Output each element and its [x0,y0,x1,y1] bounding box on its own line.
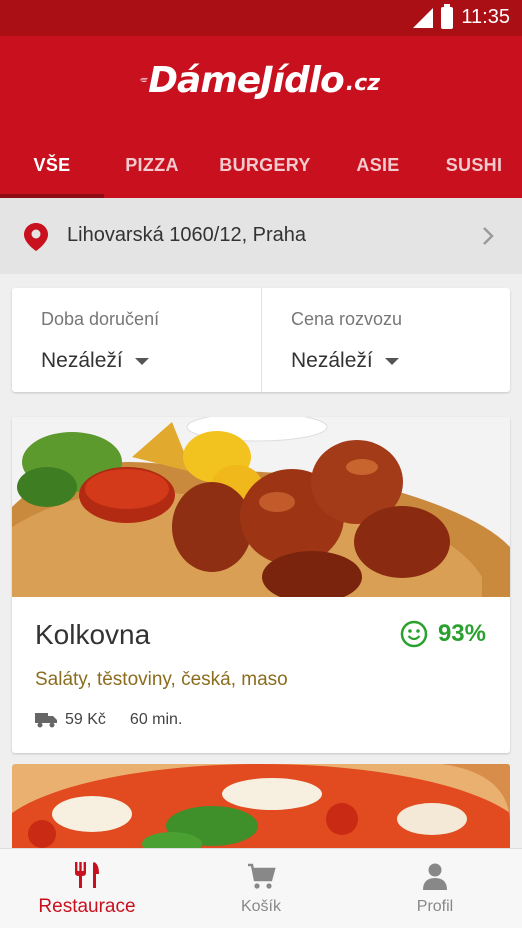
logo-word: DámeJídlo [148,59,345,101]
nav-kosik[interactable]: Košík [174,849,348,928]
nav-profil[interactable]: Profil [348,849,522,928]
speed-lines-icon [140,77,148,82]
clock: 11:35 [461,6,510,28]
cart-icon [248,863,276,889]
bottom-navigation: Restaurace Košík Profil [0,848,522,928]
restaurant-name: Kolkovna [35,619,151,650]
battery-icon [441,3,454,29]
delivery-price-label: Cena rozvozu [291,309,403,329]
delivery-price-filter[interactable]: Cena rozvozu Nezáleží [261,288,510,392]
tab-asie[interactable]: ASIE [330,132,426,198]
location-pin-icon [24,223,48,251]
restaurant-rating: 93% [400,620,486,648]
smiley-icon [400,620,428,648]
restaurant-card[interactable]: Kolkovna 93% Saláty, těstoviny, česká, m… [12,417,510,753]
nav-restaurace[interactable]: Restaurace [0,849,174,928]
rating-value: 93% [437,620,486,647]
filter-panel: Doba doručení Nezáleží Cena rozvozu Nezá… [12,288,510,392]
tab-vse[interactable]: VŠE [0,132,104,198]
delivery-time: 60 min. [129,711,183,728]
address-text: Lihovarská 1060/12, Praha [67,224,307,246]
category-tabs: VŠE PIZZA BURGERY ASIE SUSHI [0,132,522,198]
delivery-truck-icon [35,713,57,728]
tab-pizza[interactable]: PIZZA [104,132,200,198]
nav-label: Profil [416,898,454,915]
restaurant-cuisine: Saláty, těstoviny, česká, maso [35,669,288,690]
delivery-price-value: Nezáleží [291,349,373,372]
signal-icon [413,7,434,28]
app-header: DámeJídlo .cz VŠE PIZZA BURGERY ASIE SUS… [0,36,522,198]
delivery-time-value: Nezáleží [41,349,123,372]
dropdown-caret-icon [134,357,149,365]
chevron-right-icon [483,227,494,245]
logo-tld: .cz [345,70,380,96]
nav-label: Restaurace [38,896,136,917]
delivery-time-select[interactable]: Nezáleží [41,349,149,373]
status-bar: 11:35 [0,0,522,36]
nav-label: Košík [240,898,281,915]
tab-burgery[interactable]: BURGERY [200,132,330,198]
delivery-time-filter[interactable]: Doba doručení Nezáleží [12,288,261,392]
restaurant-photo [12,417,510,597]
delivery-price: 59 Kč [65,711,106,728]
fork-knife-icon [75,862,99,888]
delivery-info: 59 Kč 60 min. [35,711,182,729]
app-logo: DámeJídlo .cz [140,52,380,108]
delivery-price-select[interactable]: Nezáleží [291,349,399,373]
dropdown-caret-icon [384,357,399,365]
address-row[interactable]: Lihovarská 1060/12, Praha [0,198,522,274]
tab-sushi[interactable]: SUSHI [426,132,522,198]
person-icon [423,863,447,890]
delivery-time-label: Doba doručení [41,309,160,329]
